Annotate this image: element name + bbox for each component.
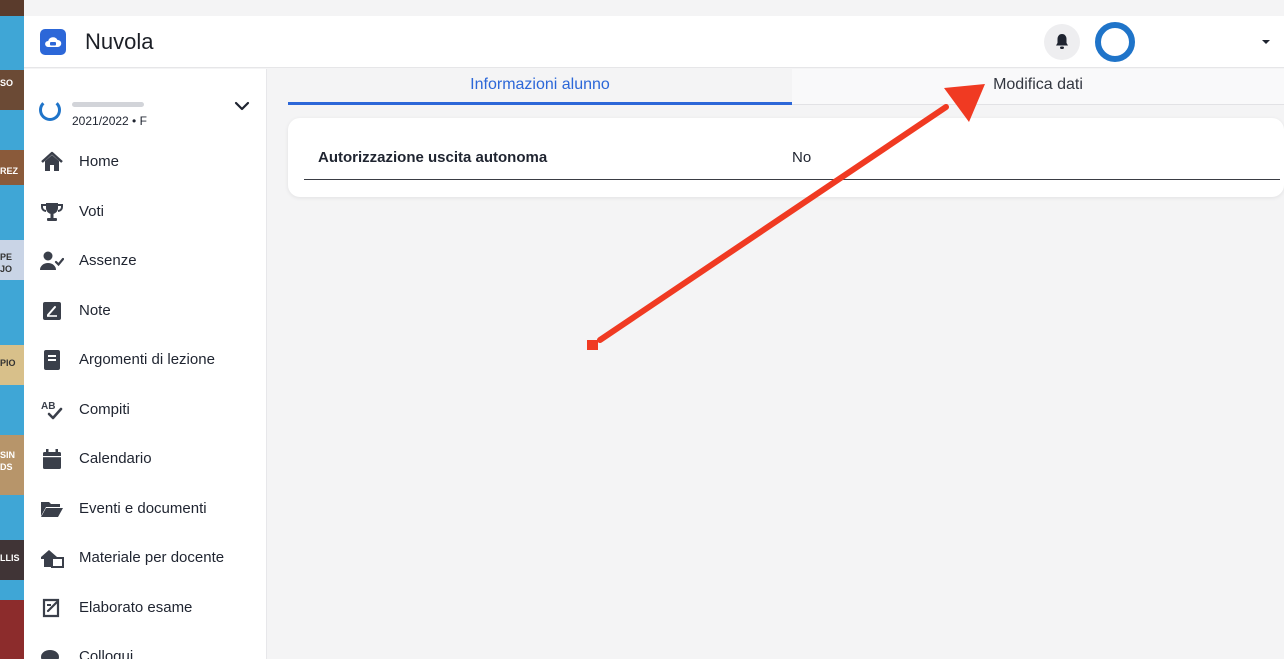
sidebar-item-label: Compiti xyxy=(79,401,130,418)
sidebar-item-colloqui[interactable]: Colloqui xyxy=(24,637,266,659)
sidebar-item-note[interactable]: Note xyxy=(24,291,266,331)
sidebar-item-assenze[interactable]: Assenze xyxy=(24,241,266,281)
bg-fragment-1: SO xyxy=(0,78,14,88)
sidebar-item-label: Elaborato esame xyxy=(79,599,193,616)
home-icon xyxy=(41,151,63,171)
sidebar-item-label: Note xyxy=(79,302,111,319)
sidebar-item-calendario[interactable]: Calendario xyxy=(24,439,266,479)
bg-fragment-4: JO xyxy=(0,264,13,274)
calendar-icon xyxy=(43,449,61,469)
student-info-card: Autorizzazione uscita autonoma No xyxy=(288,118,1284,197)
screen: SO REZ PE JO PIO SIN DS LLIS Nuvola 2021… xyxy=(0,0,1284,659)
sidebar-item-label: Assenze xyxy=(79,252,137,269)
sidebar-item-label: Materiale per docente xyxy=(79,549,225,566)
bg-fragment-8: LLIS xyxy=(0,553,20,563)
tab-modifica-dati[interactable]: Modifica dati xyxy=(792,69,1284,105)
info-row-divider xyxy=(304,179,1280,180)
sidebar-item-label: Home xyxy=(79,153,120,170)
trophy-icon xyxy=(41,203,63,221)
sidebar-item-label: Colloqui xyxy=(79,648,134,659)
app-title[interactable]: Nuvola xyxy=(85,29,153,55)
bell-icon xyxy=(1056,34,1068,49)
notifications-button[interactable] xyxy=(1044,24,1080,60)
school-year-label: 2021/2022 • F xyxy=(72,114,147,128)
student-avatar-icon xyxy=(39,99,61,121)
student-name-redacted xyxy=(72,102,144,107)
sidebar-item-compiti[interactable]: AB Compiti xyxy=(24,390,266,430)
sidebar: 2021/2022 • F Home Voti Assenze Note Arg… xyxy=(24,69,267,659)
sidebar-item-label: Voti xyxy=(79,203,105,220)
sidebar-item-home[interactable]: Home xyxy=(24,142,266,182)
chevron-down-icon[interactable] xyxy=(234,101,250,111)
tab-informazioni-alunno[interactable]: Informazioni alunno xyxy=(288,69,792,105)
sidebar-item-label: Calendario xyxy=(79,450,152,467)
sidebar-item-argomenti-di-lezione[interactable]: Argomenti di lezione xyxy=(24,340,266,380)
info-row-value: No xyxy=(792,149,812,166)
note-icon xyxy=(43,302,61,320)
teacher-material-icon xyxy=(41,550,64,568)
sidebar-item-voti[interactable]: Voti xyxy=(24,192,266,232)
spellcheck-icon: AB xyxy=(41,401,63,420)
info-row-label: Autorizzazione uscita autonoma xyxy=(318,149,548,166)
book-icon xyxy=(44,350,60,370)
sidebar-item-label: Eventi e documenti xyxy=(79,500,207,517)
top-bar: Nuvola xyxy=(24,16,1284,68)
bg-fragment-6: SIN xyxy=(0,450,16,460)
caret-down-icon[interactable] xyxy=(1261,39,1271,45)
bg-fragment-5: PIO xyxy=(0,358,16,368)
bg-fragment-3: PE xyxy=(0,252,13,262)
bg-fragment-2: REZ xyxy=(0,166,18,176)
sidebar-item-elaborato-esame[interactable]: Elaborato esame xyxy=(24,588,266,628)
svg-text:AB: AB xyxy=(41,401,55,412)
avatar-icon[interactable] xyxy=(1095,22,1135,62)
user-check-icon xyxy=(40,251,64,270)
sidebar-item-materiale-per-docente[interactable]: Materiale per docente xyxy=(24,538,266,578)
bg-fragment-7: DS xyxy=(0,462,13,472)
sidebar-item-eventi-e-documenti[interactable]: Eventi e documenti xyxy=(24,489,266,529)
folder-open-icon xyxy=(41,502,63,517)
chat-icon xyxy=(41,650,59,659)
exam-icon xyxy=(42,598,60,618)
sidebar-item-label: Argomenti di lezione xyxy=(79,351,215,368)
nuvola-logo-icon[interactable] xyxy=(40,29,66,55)
background-strip: SO REZ PE JO PIO SIN DS LLIS xyxy=(0,0,24,659)
tab-bar: Informazioni alunno Modifica dati xyxy=(288,69,1284,105)
